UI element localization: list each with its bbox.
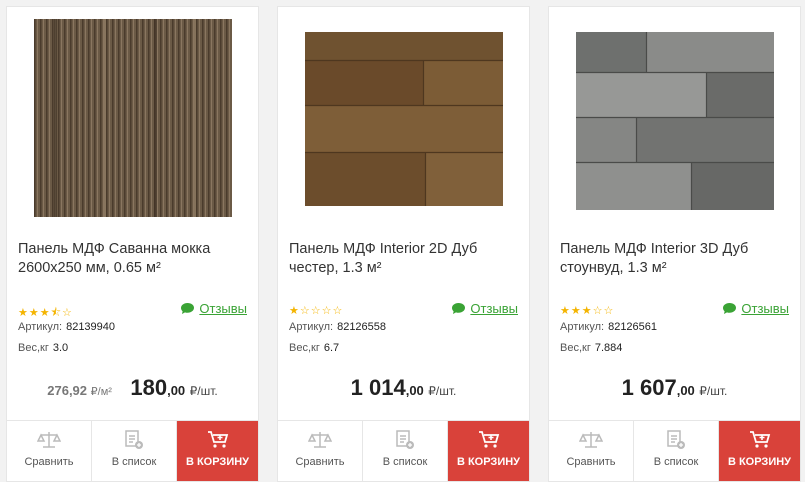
product-card: Панель МДФ Саванна мокка 2600x250 мм, 0.… [6, 6, 259, 482]
list-label: В список [382, 456, 428, 468]
speech-bubble-icon [181, 303, 195, 314]
price-block: 276,92 ₽/м² 180,00 ₽/шт. [7, 375, 258, 401]
price-cents: ,00 [676, 383, 695, 398]
price-block: 1 607,00 ₽/шт. [549, 375, 800, 401]
price-per-m2: 276,92 ₽/м² [47, 383, 112, 398]
card-actions: Сравнить В список В КОРЗИНУ [7, 420, 258, 481]
price-cents: ,00 [405, 383, 424, 398]
rating-stars: ★☆☆☆☆ [289, 305, 344, 317]
card-actions: Сравнить В список В КОРЗИНУ [278, 420, 529, 481]
article-label: Артикул: [289, 321, 334, 333]
price-main: 180 [130, 375, 168, 400]
product-photo-oak-stonewood [576, 32, 774, 210]
scales-icon [37, 432, 61, 448]
price-unit: ₽/шт. [189, 384, 218, 398]
article-row: Артикул: 82139940 [18, 321, 115, 333]
add-to-list-button[interactable]: В список [363, 421, 448, 481]
article-label: Артикул: [560, 321, 605, 333]
weight-label: Вес,кг [289, 342, 320, 354]
reviews-link[interactable]: Отзывы [451, 301, 518, 316]
speech-bubble-icon [723, 303, 737, 314]
article-label: Артикул: [18, 321, 63, 333]
scales-icon [579, 432, 603, 448]
list-add-icon [667, 430, 685, 449]
product-title[interactable]: Панель МДФ Interior 2D Дуб честер, 1.3 м… [289, 240, 521, 278]
cart-label: В КОРЗИНУ [727, 456, 792, 468]
compare-button[interactable]: Сравнить [549, 421, 634, 481]
compare-button[interactable]: Сравнить [7, 421, 92, 481]
weight-value: 3.0 [52, 342, 69, 354]
price-main: 1 607 [621, 375, 677, 400]
price-block: 1 014,00 ₽/шт. [278, 375, 529, 401]
article-value: 82126558 [337, 321, 387, 333]
reviews-label: Отзывы [741, 301, 789, 316]
product-photo-savanna [34, 19, 232, 217]
weight-row: Вес,кг 6.7 [289, 342, 339, 354]
article-value: 82139940 [66, 321, 116, 333]
product-photo-oak-chester [305, 32, 503, 206]
compare-label: Сравнить [24, 456, 74, 468]
price-cents: ,00 [167, 383, 186, 398]
product-title[interactable]: Панель МДФ Саванна мокка 2600x250 мм, 0.… [18, 240, 250, 278]
weight-label: Вес,кг [560, 342, 591, 354]
add-to-cart-button[interactable]: В КОРЗИНУ [719, 421, 800, 481]
compare-label: Сравнить [295, 456, 345, 468]
cart-add-icon [478, 431, 499, 448]
product-image[interactable] [7, 7, 258, 227]
cart-label: В КОРЗИНУ [185, 456, 250, 468]
weight-row: Вес,кг 3.0 [18, 342, 68, 354]
product-title[interactable]: Панель МДФ Interior 3D Дуб стоунвуд, 1.3… [560, 240, 792, 278]
add-to-cart-button[interactable]: В КОРЗИНУ [177, 421, 258, 481]
add-to-list-button[interactable]: В список [92, 421, 177, 481]
weight-value: 6.7 [323, 342, 340, 354]
add-to-list-button[interactable]: В список [634, 421, 719, 481]
price-unit: ₽/шт. [428, 384, 457, 398]
weight-label: Вес,кг [18, 342, 49, 354]
add-to-cart-button[interactable]: В КОРЗИНУ [448, 421, 529, 481]
cart-add-icon [207, 431, 228, 448]
list-add-icon [125, 430, 143, 449]
price-per-m2-unit: ₽/м² [90, 386, 112, 398]
price-unit: ₽/шт. [699, 384, 728, 398]
reviews-label: Отзывы [470, 301, 518, 316]
compare-label: Сравнить [566, 456, 616, 468]
article-row: Артикул: 82126561 [560, 321, 657, 333]
price-main: 1 014 [350, 375, 406, 400]
cart-add-icon [749, 431, 770, 448]
article-row: Артикул: 82126558 [289, 321, 386, 333]
reviews-link[interactable]: Отзывы [180, 301, 247, 316]
product-card: Панель МДФ Interior 2D Дуб честер, 1.3 м… [277, 6, 530, 482]
product-image[interactable] [549, 7, 800, 227]
product-image[interactable] [278, 7, 529, 227]
card-actions: Сравнить В список В КОРЗИНУ [549, 420, 800, 481]
price-per-m2-value: 276,92 [47, 383, 88, 398]
weight-row: Вес,кг 7.884 [560, 342, 622, 354]
compare-button[interactable]: Сравнить [278, 421, 363, 481]
speech-bubble-icon [452, 303, 466, 314]
list-label: В список [111, 456, 157, 468]
reviews-label: Отзывы [199, 301, 247, 316]
product-card: Панель МДФ Interior 3D Дуб стоунвуд, 1.3… [548, 6, 801, 482]
weight-value: 7.884 [594, 342, 623, 354]
reviews-link[interactable]: Отзывы [722, 301, 789, 316]
list-add-icon [396, 430, 414, 449]
cart-label: В КОРЗИНУ [456, 456, 521, 468]
list-label: В список [653, 456, 699, 468]
scales-icon [308, 432, 332, 448]
article-value: 82126561 [608, 321, 658, 333]
rating-stars: ★★★☆☆ [560, 305, 615, 317]
